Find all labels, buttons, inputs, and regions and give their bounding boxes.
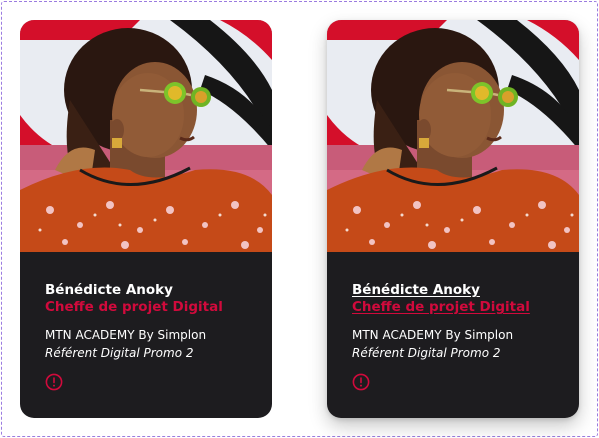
more-info-icon[interactable] [45, 373, 63, 391]
person-name: Bénédicte Anoky [45, 282, 173, 298]
person-promo: Référent Digital Promo 2 [45, 346, 194, 360]
more-info-icon[interactable] [352, 373, 370, 391]
person-role[interactable]: Cheffe de projet Digital [352, 299, 569, 316]
person-role: Cheffe de projet Digital [45, 299, 223, 315]
person-promo: Référent Digital Promo 2 [352, 346, 501, 360]
profile-card[interactable]: Bénédicte Anoky Cheffe de projet Digital… [20, 20, 272, 418]
profile-info: Bénédicte Anoky Cheffe de projet Digital… [45, 282, 262, 362]
person-organization: MTN ACADEMY By Simplon [45, 328, 207, 342]
profile-info: Bénédicte Anoky Cheffe de projet Digital… [352, 282, 569, 362]
person-organization: MTN ACADEMY By Simplon [352, 328, 514, 342]
profile-photo [20, 20, 272, 252]
profile-photo [327, 20, 579, 252]
person-name[interactable]: Bénédicte Anoky [352, 282, 569, 299]
profile-card-hover[interactable]: Bénédicte Anoky Cheffe de projet Digital… [327, 20, 579, 418]
